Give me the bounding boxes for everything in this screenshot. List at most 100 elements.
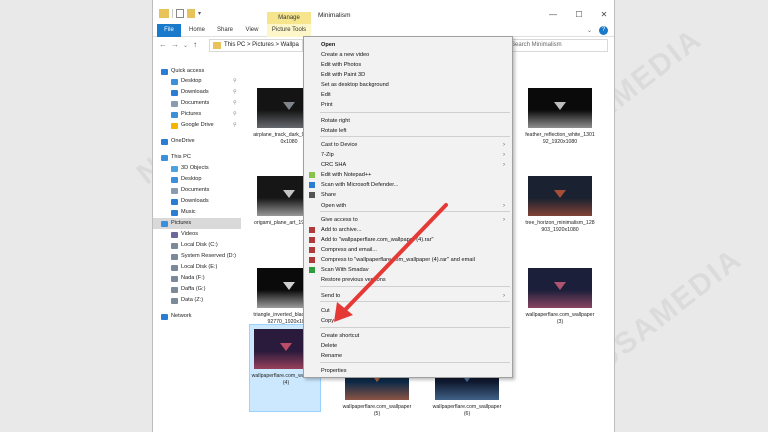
manage-tab[interactable]: Manage: [267, 12, 311, 24]
menu-item-label: Copy: [321, 318, 335, 324]
menu-item-label: Create shortcut: [321, 333, 360, 339]
menu-separator: [320, 362, 510, 363]
address-bar[interactable]: This PC > Pictures > Wallpa: [209, 39, 303, 52]
file-name: feather_reflection_white_130192_1920x108…: [525, 132, 595, 145]
menu-item-rotate-right[interactable]: Rotate right: [305, 116, 511, 126]
sidebar-item-desktop[interactable]: Desktop ⚲: [153, 76, 241, 87]
chevron-down-icon[interactable]: ⌄: [587, 27, 592, 34]
file-item[interactable]: wallpaperflare.com_wallpaper (3): [524, 264, 596, 346]
file-name: tree_horizon_minimalism_128903_1920x1080: [525, 220, 595, 233]
sidebar-item-local-disk-e[interactable]: Local Disk (E:): [153, 262, 241, 273]
menu-item-compress-to-wallpaperflare-com-wallpaper-4-rar-and-email[interactable]: Compress to "wallpaperflare.com_wallpape…: [305, 255, 511, 265]
menu-item-scan-with-smadav[interactable]: Scan With Smadav: [305, 265, 511, 275]
drive-icon: [171, 243, 178, 249]
menu-item-add-to-wallpaperflare-com-wallpaper-4-rar[interactable]: Add to "wallpaperflare.com_wallpaper (4)…: [305, 235, 511, 245]
menu-item-print[interactable]: Print: [305, 100, 511, 110]
window-title: Minimalism: [318, 12, 351, 19]
forward-arrow-icon[interactable]: →: [171, 40, 179, 49]
sidebar-item-downloads[interactable]: Downloads: [153, 196, 241, 207]
sidebar-item-label: Local Disk (E:): [181, 264, 218, 270]
sidebar-item-local-disk-c[interactable]: Local Disk (C:): [153, 240, 241, 251]
thumbnail-motif: [554, 102, 566, 110]
menu-item-set-as-desktop-background[interactable]: Set as desktop background: [305, 80, 511, 90]
menu-item-open-with[interactable]: Open with ›: [305, 201, 511, 211]
chevron-right-icon: ›: [503, 152, 505, 158]
sidebar-item-downloads[interactable]: Downloads ⚲: [153, 87, 241, 98]
sidebar-item-videos[interactable]: Videos: [153, 229, 241, 240]
menu-item-send-to[interactable]: Send to ›: [305, 291, 511, 301]
sidebar-item-documents[interactable]: Documents ⚲: [153, 98, 241, 109]
menu-item-label: Edit: [321, 92, 331, 98]
tab-share[interactable]: Share: [213, 24, 237, 37]
tab-view[interactable]: View: [241, 24, 263, 37]
menu-item-copy[interactable]: Copy: [305, 316, 511, 326]
menu-item-rename[interactable]: Rename: [305, 351, 511, 361]
up-arrow-icon[interactable]: ↑: [193, 40, 197, 49]
sidebar-item-onedrive[interactable]: OneDrive: [153, 136, 241, 147]
help-icon[interactable]: ?: [599, 26, 608, 35]
sidebar-item-desktop[interactable]: Desktop: [153, 174, 241, 185]
menu-item-rotate-left[interactable]: Rotate left: [305, 126, 511, 136]
thumbnail-motif: [283, 190, 295, 198]
menu-item-label: Delete: [321, 343, 338, 349]
back-arrow-icon[interactable]: ←: [159, 40, 167, 49]
sidebar-item-pictures[interactable]: Pictures: [153, 218, 241, 229]
sidebar-item-this-pc[interactable]: This PC: [153, 152, 241, 163]
menu-item-edit-with-paint-3d[interactable]: Edit with Paint 3D: [305, 70, 511, 80]
sidebar-item-label: Music: [181, 209, 196, 215]
thumbnail-motif: [280, 343, 292, 351]
thumbnail-image: [528, 88, 592, 128]
menu-item-scan-with-microsoft-defender[interactable]: Scan with Microsoft Defender...: [305, 180, 511, 190]
tab-home[interactable]: Home: [185, 24, 209, 37]
sidebar-item-network[interactable]: Network: [153, 311, 241, 322]
sidebar-item-data-z[interactable]: Data (Z:): [153, 295, 241, 306]
picture-icon: [161, 221, 168, 227]
download-icon: [171, 199, 178, 205]
sidebar-item-label: This PC: [171, 154, 191, 160]
menu-item-7-zip[interactable]: 7-Zip ›: [305, 150, 511, 160]
sidebar-item-documents[interactable]: Documents: [153, 185, 241, 196]
folder-icon[interactable]: [159, 9, 169, 18]
menu-item-create-shortcut[interactable]: Create shortcut: [305, 331, 511, 341]
sidebar-item-pictures[interactable]: Pictures ⚲: [153, 109, 241, 120]
close-button[interactable]: ✕: [594, 10, 614, 19]
menu-item-restore-previous-versions[interactable]: Restore previous versions: [305, 275, 511, 285]
sidebar-item-daffa-g[interactable]: Daffa (G:): [153, 284, 241, 295]
sidebar-item-3d-objects[interactable]: 3D Objects: [153, 163, 241, 174]
menu-item-label: Scan With Smadav: [321, 267, 369, 273]
menu-item-cast-to-device[interactable]: Cast to Device ›: [305, 140, 511, 150]
minimize-button[interactable]: —: [543, 10, 563, 19]
menu-item-give-access-to[interactable]: Give access to ›: [305, 215, 511, 225]
recent-locations-icon[interactable]: ⌄: [183, 42, 188, 49]
tab-file[interactable]: File: [157, 24, 181, 37]
sidebar-item-music[interactable]: Music: [153, 207, 241, 218]
document-icon: [171, 101, 178, 107]
menu-item-open[interactable]: Open: [305, 40, 511, 50]
smadav-icon: [309, 267, 315, 273]
sidebar-item-system-reserved-d[interactable]: System Reserved (D:): [153, 251, 241, 262]
menu-item-edit-with-notepad[interactable]: Edit with Notepad++: [305, 170, 511, 180]
notepad-plus-icon: [309, 172, 315, 178]
winrar-icon: [309, 247, 315, 253]
maximize-button[interactable]: ☐: [569, 10, 589, 19]
sidebar-item-label: Documents: [181, 187, 210, 193]
file-item[interactable]: tree_horizon_minimalism_128903_1920x1080: [524, 172, 596, 254]
file-item[interactable]: feather_reflection_white_130192_1920x108…: [524, 84, 596, 166]
sidebar-item-nada-f[interactable]: Nada (F:): [153, 273, 241, 284]
search-input[interactable]: Search Minimalism: [506, 39, 608, 52]
menu-item-label: 7-Zip: [321, 152, 334, 158]
chevron-down-icon[interactable]: ▾: [198, 10, 201, 17]
menu-item-cut[interactable]: Cut: [305, 306, 511, 316]
menu-item-create-a-new-video[interactable]: Create a new video: [305, 50, 511, 60]
new-folder-icon[interactable]: [187, 9, 195, 18]
menu-item-edit-with-photos[interactable]: Edit with Photos: [305, 60, 511, 70]
sidebar-item-google-drive[interactable]: Google Drive ⚲: [153, 120, 241, 131]
menu-item-crc-sha[interactable]: CRC SHA ›: [305, 160, 511, 170]
menu-item-share[interactable]: Share: [305, 190, 511, 200]
menu-item-delete[interactable]: Delete: [305, 341, 511, 351]
menu-item-compress-and-email[interactable]: Compress and email...: [305, 245, 511, 255]
properties-icon[interactable]: [176, 9, 184, 18]
menu-item-add-to-archive[interactable]: Add to archive...: [305, 225, 511, 235]
menu-item-properties[interactable]: Properties: [305, 366, 511, 376]
menu-item-edit[interactable]: Edit: [305, 90, 511, 100]
